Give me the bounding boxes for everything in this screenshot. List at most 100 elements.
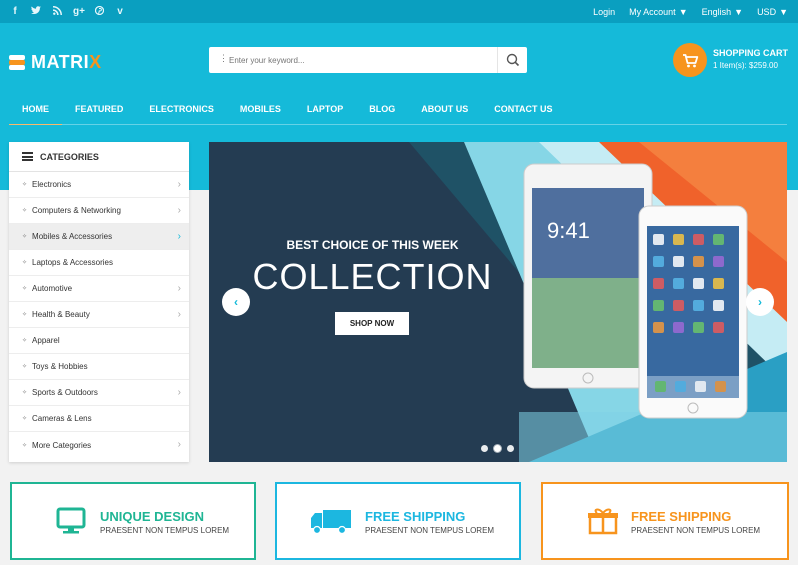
feature-subtitle: PRAESENT NON TEMPUS LOREM xyxy=(100,526,230,535)
feature-title: FREE SHIPPING xyxy=(631,509,732,524)
bullet-icon: ✧ xyxy=(22,416,28,422)
category-toys-hobbies[interactable]: ✧ Toys & Hobbies xyxy=(9,354,189,380)
logo-main: MATRI xyxy=(31,52,90,72)
shop-now-button[interactable]: SHOP NOW xyxy=(335,312,409,335)
gift-icon xyxy=(588,508,618,535)
category-cameras-lens[interactable]: ✧ Cameras & Lens xyxy=(9,406,189,432)
search-icon xyxy=(506,53,520,67)
categories-menu: Categories ✧ Electronics › ✧ Computers & Ne… xyxy=(9,142,189,462)
chevron-right-icon: › xyxy=(177,439,181,450)
grip-icon: ⋮ xyxy=(219,53,228,63)
bullet-icon: ✧ xyxy=(22,442,28,449)
my-account-label: My Account xyxy=(629,6,676,17)
tablet-image-front xyxy=(638,205,748,419)
currency-dropdown[interactable]: USD ▼ xyxy=(757,7,788,17)
twitter-icon[interactable] xyxy=(31,5,41,18)
slider-prev-button[interactable]: ‹ xyxy=(222,288,250,316)
bullet-icon: ✧ xyxy=(22,234,28,240)
chevron-right-icon: › xyxy=(177,231,181,242)
logo[interactable]: MATRIX xyxy=(9,52,102,73)
category-label: Apparel xyxy=(32,336,60,345)
category-label: Toys & Hobbies xyxy=(32,362,88,371)
slider-pagination xyxy=(481,445,514,452)
site-header: MATRIX ⋮ SHOPPING CART 1 Item(s): $259.0… xyxy=(0,23,798,126)
category-mobiles-accessories[interactable]: ✧ Mobiles & Accessories › xyxy=(9,224,189,250)
category-more[interactable]: ✧ More Categories › xyxy=(9,432,189,458)
language-label: English xyxy=(701,6,732,17)
monitor-icon xyxy=(56,507,86,534)
nav-about-us[interactable]: About us xyxy=(408,93,481,125)
search-button[interactable] xyxy=(497,47,527,73)
currency-label: USD xyxy=(757,6,777,17)
feature-unique-design: UNIQUE DESIGN PRAESENT NON TEMPUS LOREM xyxy=(10,482,256,560)
nav-featured[interactable]: Featured xyxy=(62,93,136,125)
bullet-icon: ✧ xyxy=(22,390,28,396)
category-label: Sports & Outdoors xyxy=(32,388,98,397)
slide-title: COLLECTION xyxy=(252,256,493,297)
pinterest-icon[interactable] xyxy=(94,5,104,18)
login-link[interactable]: Login xyxy=(593,7,615,17)
chevron-down-icon: ▼ xyxy=(779,6,788,17)
category-laptops-accessories[interactable]: ✧ Laptops & Accessories xyxy=(9,250,189,276)
nav-electronics[interactable]: Electronics xyxy=(136,93,227,125)
nav-home[interactable]: Home xyxy=(9,93,62,126)
category-label: Laptops & Accessories xyxy=(32,258,113,267)
search-input[interactable] xyxy=(229,51,489,69)
category-health-beauty[interactable]: ✧ Health & Beauty › xyxy=(9,302,189,328)
nav-laptop[interactable]: Laptop xyxy=(294,93,356,125)
chevron-right-icon: › xyxy=(177,387,181,398)
feature-title: UNIQUE DESIGN xyxy=(100,509,205,524)
feature-subtitle: PRAESENT NON TEMPUS LOREM xyxy=(365,526,495,535)
category-automotive[interactable]: ✧ Automotive › xyxy=(9,276,189,302)
feature-free-shipping-1: FREE SHIPPING PRAESENT NON TEMPUS LOREM xyxy=(275,482,521,560)
categories-title: Categories xyxy=(40,151,99,162)
chevron-right-icon: › xyxy=(758,295,762,309)
chevron-right-icon: › xyxy=(177,205,181,216)
nav-mobiles[interactable]: Mobiles xyxy=(227,93,294,125)
slide-headline: BEST CHOICE OF THIS WEEK xyxy=(286,238,459,252)
bullet-icon: ✧ xyxy=(22,182,28,188)
hero-slider: 9:41 BEST CHOICE OF THIS WEEK COLLECTION… xyxy=(209,142,787,462)
google-plus-icon[interactable]: g+ xyxy=(73,6,85,17)
category-label: Automotive xyxy=(32,284,73,293)
bullet-icon: ✧ xyxy=(22,260,28,266)
cart-title: SHOPPING CART xyxy=(713,48,789,58)
search-bar: ⋮ xyxy=(209,47,527,73)
slider-next-button[interactable]: › xyxy=(746,288,774,316)
feature-title: FREE SHIPPING xyxy=(365,509,466,524)
nav-blog[interactable]: Blog xyxy=(356,93,408,125)
chevron-right-icon: › xyxy=(177,283,181,294)
category-sports-outdoors[interactable]: ✧ Sports & Outdoors › xyxy=(9,380,189,406)
chevron-down-icon: ▼ xyxy=(734,6,744,17)
category-label: Cameras & Lens xyxy=(32,414,92,423)
feature-free-shipping-2: FREE SHIPPING PRAESENT NON TEMPUS LOREM xyxy=(541,482,789,560)
delivery-truck-icon xyxy=(311,510,351,535)
slider-dot-active[interactable] xyxy=(494,445,501,452)
logo-text: MATRIX xyxy=(31,52,102,73)
my-account-dropdown[interactable]: My Account ▼ xyxy=(629,7,687,17)
hamburger-icon xyxy=(22,152,33,161)
chevron-right-icon: › xyxy=(177,179,181,190)
logo-accent: X xyxy=(89,52,102,72)
chevron-down-icon: ▼ xyxy=(678,6,688,17)
category-electronics[interactable]: ✧ Electronics › xyxy=(9,172,189,198)
nav-contact-us[interactable]: Contact us xyxy=(481,93,565,125)
bullet-icon: ✧ xyxy=(22,364,28,370)
category-computers-networking[interactable]: ✧ Computers & Networking › xyxy=(9,198,189,224)
category-label: Computers & Networking xyxy=(32,206,121,215)
facebook-icon[interactable]: f xyxy=(10,6,20,17)
stack-icon xyxy=(9,54,25,71)
slider-dot[interactable] xyxy=(507,445,514,452)
rss-icon[interactable] xyxy=(52,5,62,18)
language-dropdown[interactable]: English ▼ xyxy=(702,7,743,17)
cart-icon xyxy=(683,54,699,68)
slider-dot[interactable] xyxy=(481,445,488,452)
chevron-right-icon: › xyxy=(177,309,181,320)
category-apparel[interactable]: ✧ Apparel xyxy=(9,328,189,354)
social-links: f g+ v xyxy=(10,0,125,23)
categories-header[interactable]: Categories xyxy=(9,142,189,172)
category-label: Health & Beauty xyxy=(32,310,90,319)
vimeo-icon[interactable]: v xyxy=(115,6,125,17)
tablet-clock: 9:41 xyxy=(547,218,590,243)
feature-subtitle: PRAESENT NON TEMPUS LOREM xyxy=(631,526,761,535)
